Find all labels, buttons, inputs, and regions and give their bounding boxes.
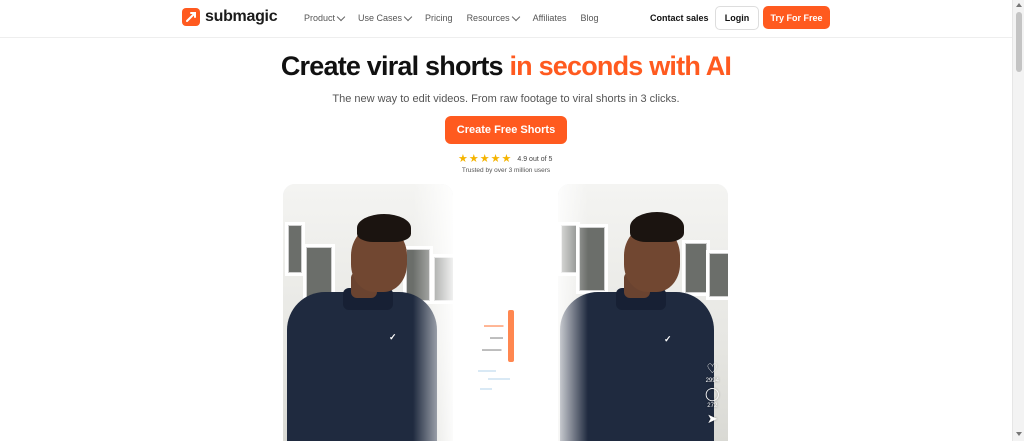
glitch-line xyxy=(480,388,492,390)
rating: ★ ★ ★ ★ ★ 4.9 out of 5 xyxy=(458,154,552,165)
transition-bar xyxy=(508,310,514,362)
scrollbar-thumb[interactable] xyxy=(1016,12,1022,72)
chevron-down-icon xyxy=(403,12,413,21)
menu-label: Pricing xyxy=(425,13,453,23)
edited-short-preview[interactable]: ✓ xyxy=(558,184,728,441)
menu-item-pricing[interactable]: Pricing xyxy=(425,13,453,23)
hero-title: Create viral shorts in seconds with AI xyxy=(0,51,1012,82)
glitch-line xyxy=(478,370,496,372)
heart-icon[interactable]: ♡ xyxy=(706,362,718,375)
star-icon: ★ xyxy=(490,153,501,165)
share-icon[interactable]: ➤ xyxy=(707,412,718,425)
raw-video-preview[interactable]: ✓ xyxy=(283,184,453,441)
page-scrollbar[interactable] xyxy=(1012,0,1024,441)
login-button[interactable]: Login xyxy=(715,6,759,30)
scroll-down-arrow-icon[interactable] xyxy=(1016,432,1022,436)
try-for-free-button[interactable]: Try For Free xyxy=(763,6,830,29)
contact-sales-link[interactable]: Contact sales xyxy=(650,13,709,23)
menu-item-affiliates[interactable]: Affiliates xyxy=(533,13,567,23)
top-navigation: submagic Product Use Cases Pricing Resou… xyxy=(0,0,1012,38)
star-icon: ★ xyxy=(479,153,490,165)
rating-text: 4.9 out of 5 xyxy=(517,156,553,163)
chevron-down-icon xyxy=(336,12,346,21)
edit-transition-graphic: ▬▬▬ ▬▬ ▬▬▬ xyxy=(478,300,538,410)
logo-icon xyxy=(182,8,200,26)
create-free-shorts-button[interactable]: Create Free Shorts xyxy=(445,116,567,144)
menu-item-blog[interactable]: Blog xyxy=(580,13,598,23)
menu-item-product[interactable]: Product xyxy=(304,12,346,23)
comment-icon[interactable]: ◯ xyxy=(705,387,720,400)
glitch-line xyxy=(488,378,510,380)
trusted-text: Trusted by over 3 million users xyxy=(461,167,551,174)
background-window xyxy=(285,222,305,276)
star-icon: ★ xyxy=(468,153,479,165)
person-hair xyxy=(357,214,411,242)
menu-item-use-cases[interactable]: Use Cases xyxy=(358,12,413,23)
menu-item-resources[interactable]: Resources xyxy=(466,12,520,23)
logo-text: submagic xyxy=(205,8,278,25)
transition-caption-blur: ▬▬ xyxy=(490,334,503,341)
star-icon: ★ xyxy=(501,153,512,165)
hero-title-accent: in seconds with AI xyxy=(509,51,732,81)
logo[interactable]: submagic xyxy=(182,8,278,26)
likes-count: 2994 xyxy=(705,378,719,384)
hero-subtitle: The new way to edit videos. From raw foo… xyxy=(332,93,680,105)
menu-label: Blog xyxy=(580,13,599,23)
card-fade xyxy=(558,184,588,441)
nike-logo-icon: ✓ xyxy=(664,334,672,344)
comments-count: 272 xyxy=(707,403,718,409)
background-window xyxy=(706,250,728,300)
chevron-down-icon xyxy=(511,12,520,21)
menu-label: Use Cases xyxy=(358,13,403,23)
person-hair xyxy=(630,212,684,242)
menu-label: Product xyxy=(304,13,336,23)
scroll-up-arrow-icon[interactable] xyxy=(1016,3,1022,7)
transition-caption-blur: ▬▬▬ xyxy=(482,346,502,353)
menu-label: Resources xyxy=(466,13,510,23)
card-fade xyxy=(413,184,453,441)
menu-label: Affiliates xyxy=(532,13,567,23)
social-actions: ♡ 2994 ◯ 272 ➤ xyxy=(705,362,720,425)
nike-logo-icon: ✓ xyxy=(389,332,397,342)
main-menu: Product Use Cases Pricing Resources Affi… xyxy=(304,12,612,23)
transition-caption-blur: ▬▬▬ xyxy=(484,322,504,329)
star-icon: ★ xyxy=(458,153,468,165)
rating-stars: ★ ★ ★ ★ ★ xyxy=(458,154,511,165)
hero-title-main: Create viral shorts xyxy=(280,51,504,81)
